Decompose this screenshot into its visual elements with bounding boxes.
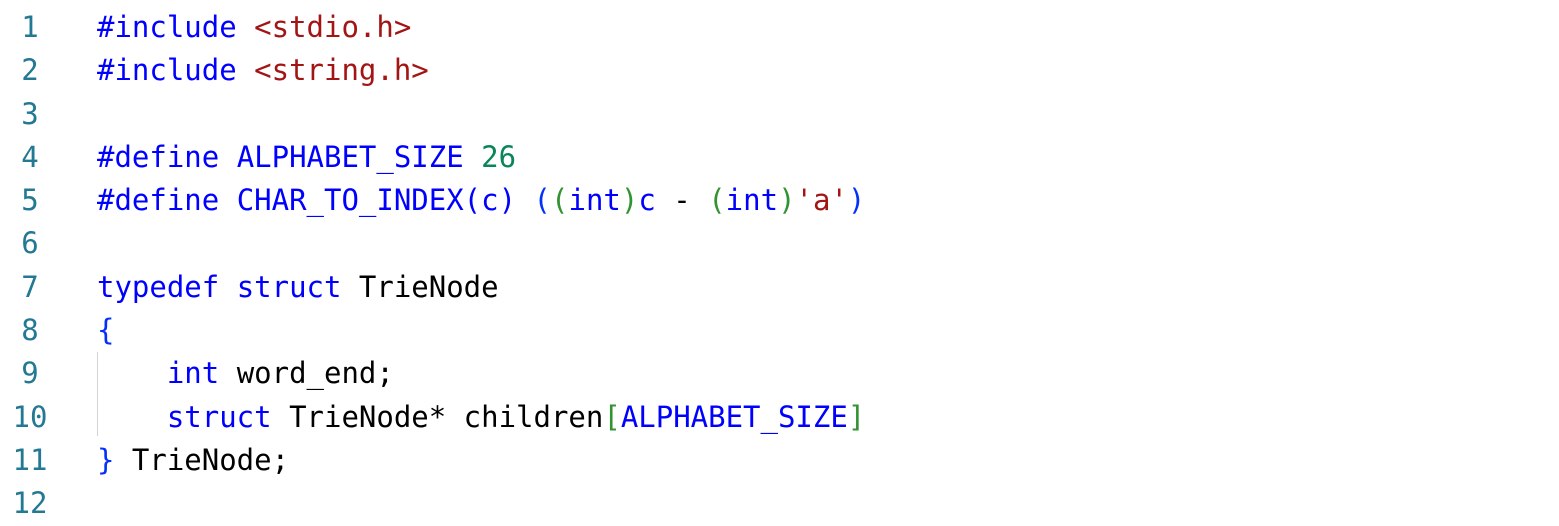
keyword: typedef [97, 269, 220, 304]
line-number: 2 [21, 53, 39, 88]
line-number-gutter: 1 2 3 4 5 6 7 8 9 10 11 12 [0, 6, 60, 526]
type-keyword: int [725, 183, 779, 218]
bracket: ] [847, 399, 866, 434]
paren: ) [847, 183, 866, 218]
code-line-9[interactable]: int word_end; [97, 352, 1559, 395]
line-number: 8 [21, 313, 39, 348]
line-number: 12 [12, 486, 48, 521]
code-line-4[interactable]: #define ALPHABET_SIZE 26 [97, 136, 1559, 179]
declaration: TrieNode* children [271, 399, 604, 434]
macro-name: CHAR_TO_INDEX [236, 183, 464, 218]
line-number: 10 [12, 399, 48, 434]
line-number: 1 [21, 10, 39, 44]
line-number: 4 [21, 139, 39, 174]
number-literal: 26 [481, 139, 517, 174]
preprocessor-directive: #include [97, 10, 237, 44]
line-number: 3 [21, 96, 39, 131]
macro-param: c [481, 183, 499, 218]
code-line-3[interactable] [97, 93, 1559, 136]
char-literal: 'a' [795, 183, 848, 218]
code-line-2[interactable]: #include <string.h> [97, 49, 1559, 92]
code-line-12[interactable] [97, 482, 1559, 525]
paren: ( [708, 183, 726, 218]
type-keyword: int [568, 183, 621, 218]
bracket: [ [603, 399, 621, 434]
type-keyword: int [166, 356, 220, 391]
declaration: word_end; [219, 356, 394, 391]
struct-name: TrieNode [358, 269, 499, 304]
identifier: c [638, 183, 656, 218]
paren: ( [533, 183, 552, 218]
preprocessor-directive: #define [97, 139, 220, 174]
line-number: 9 [21, 356, 39, 391]
paren: ) [498, 183, 517, 218]
code-line-10[interactable]: struct TrieNode* children[ALPHABET_SIZE] [97, 396, 1559, 439]
code-line-5[interactable]: #define CHAR_TO_INDEX(c) ((int)c - (int)… [97, 179, 1559, 222]
declaration: TrieNode; [114, 442, 290, 477]
code-editor[interactable]: 1 2 3 4 5 6 7 8 9 10 11 12 #include <std… [0, 0, 1559, 521]
code-line-11[interactable]: } TrieNode; [97, 439, 1559, 482]
paren: ( [551, 183, 569, 218]
line-number: 6 [21, 226, 39, 261]
keyword: struct [166, 399, 272, 434]
include-header: <string.h> [254, 53, 429, 88]
code-line-6[interactable] [97, 222, 1559, 265]
paren: ) [620, 183, 639, 218]
code-line-7[interactable]: typedef struct TrieNode [97, 266, 1559, 309]
line-number: 11 [12, 442, 48, 477]
line-number: 5 [21, 183, 39, 218]
brace: } [97, 442, 115, 477]
brace: { [97, 313, 115, 348]
paren: ( [463, 183, 482, 218]
preprocessor-directive: #define [97, 183, 220, 218]
operator: - [655, 183, 709, 218]
macro-name: ALPHABET_SIZE [236, 139, 464, 174]
code-area[interactable]: #include <stdio.h> #include <string.h> #… [97, 6, 1559, 526]
keyword: struct [236, 269, 342, 304]
paren: ) [778, 183, 796, 218]
code-line-1[interactable]: #include <stdio.h> [97, 6, 1559, 49]
include-header: <stdio.h> [254, 10, 412, 44]
preprocessor-directive: #include [97, 53, 237, 88]
code-line-8[interactable]: { [97, 309, 1559, 352]
line-number: 7 [21, 269, 39, 304]
macro-name: ALPHABET_SIZE [620, 399, 848, 434]
